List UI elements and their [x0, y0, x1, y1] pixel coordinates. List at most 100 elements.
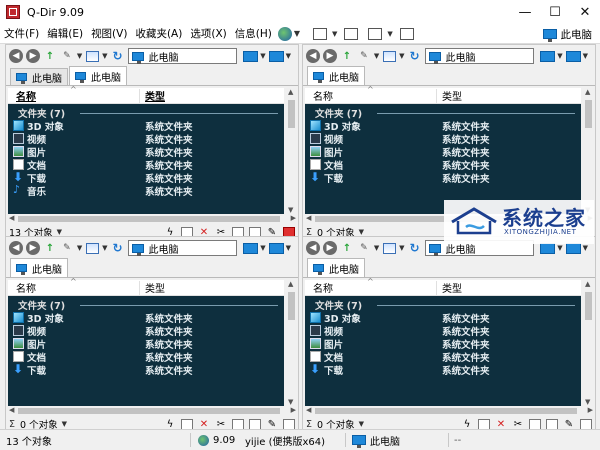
delete-icon[interactable]: ✕ [495, 419, 507, 430]
close-button[interactable]: ✕ [570, 0, 600, 24]
tab-this-pc[interactable]: 此电脑 [10, 68, 68, 85]
monitor-icon[interactable] [268, 242, 284, 254]
view-mode-icon[interactable] [382, 242, 396, 254]
column-separator[interactable] [139, 281, 140, 295]
rename-icon[interactable]: ✎ [563, 419, 575, 430]
list-item[interactable]: 3D 对象 系统文件夹 [8, 119, 284, 133]
minimize-button[interactable]: — [510, 0, 540, 24]
chevron-down-icon[interactable]: ▼ [332, 30, 337, 38]
back-icon[interactable]: ◀ [9, 241, 23, 255]
view-mode-icon[interactable] [85, 50, 99, 62]
mail-icon[interactable] [181, 418, 193, 430]
column-name[interactable]: 名称 [313, 88, 333, 103]
column-name[interactable]: 名称 [16, 280, 36, 295]
list-item[interactable]: 文档 系统文件夹 [305, 350, 581, 364]
chevron-down-icon[interactable]: ▼ [62, 420, 67, 428]
address-bar[interactable]: 此电脑 [424, 48, 535, 64]
favorites-icon[interactable]: ✎ [357, 50, 371, 63]
favorites-icon[interactable]: ✎ [357, 242, 371, 255]
chevron-down-icon[interactable]: ▼ [359, 228, 364, 236]
menu-location-label[interactable]: 此电脑 [561, 27, 593, 42]
lightning-icon[interactable]: ϟ [461, 419, 473, 430]
up-folder-icon[interactable]: ↑ [340, 242, 354, 255]
list-item[interactable]: 文档 系统文件夹 [8, 158, 284, 172]
monitor-icon[interactable] [565, 50, 581, 62]
back-icon[interactable]: ◀ [306, 49, 320, 63]
list-item[interactable]: 图片 系统文件夹 [8, 337, 284, 351]
layout-tree-icon[interactable] [399, 27, 414, 40]
chevron-down-icon[interactable]: ▼ [77, 244, 82, 252]
cut-icon[interactable]: ✂ [215, 419, 227, 430]
tab-this-pc-active[interactable]: 此电脑 [307, 66, 365, 85]
q-dir-app-icon[interactable] [6, 5, 20, 19]
address-bar[interactable]: 此电脑 [127, 240, 238, 256]
back-icon[interactable]: ◀ [306, 241, 320, 255]
list-item[interactable]: ⬇ 下载 系统文件夹 [8, 362, 284, 377]
list-item[interactable]: 图片 系统文件夹 [8, 145, 284, 159]
menu-file[interactable]: 文件(F) [0, 24, 43, 44]
column-separator[interactable] [139, 89, 140, 103]
vertical-scrollbar[interactable]: ▲▼ [285, 280, 298, 406]
chevron-down-icon[interactable]: ▼ [260, 52, 265, 60]
view-mode-icon[interactable] [382, 50, 396, 62]
properties-icon[interactable] [283, 418, 295, 430]
delete-icon[interactable]: ✕ [198, 419, 210, 430]
column-type[interactable]: 类型 [442, 280, 462, 295]
chevron-down-icon[interactable]: ▼ [557, 52, 562, 60]
list-item[interactable]: 视频 系统文件夹 [8, 132, 284, 146]
forward-icon[interactable]: ▶ [322, 49, 337, 63]
list-item[interactable]: 文档 系统文件夹 [305, 158, 581, 172]
list-item[interactable]: 视频 系统文件夹 [8, 324, 284, 338]
rename-icon[interactable]: ✎ [266, 419, 278, 430]
horizontal-scrollbar[interactable]: ◀▶ [305, 406, 595, 416]
list-item[interactable]: ♪ 音乐 系统文件夹 [8, 183, 284, 198]
chevron-down-icon[interactable]: ▼ [399, 244, 404, 252]
chevron-down-icon[interactable]: ▼ [583, 52, 588, 60]
chevron-down-icon[interactable]: ▼ [387, 30, 392, 38]
chevron-down-icon[interactable]: ▼ [557, 244, 562, 252]
list-item[interactable]: 3D 对象 系统文件夹 [8, 311, 284, 325]
mail-icon[interactable] [478, 418, 490, 430]
favorites-icon[interactable]: ✎ [60, 50, 74, 63]
column-separator[interactable] [436, 89, 437, 103]
view-mode-icon[interactable] [85, 242, 99, 254]
column-name[interactable]: 名称 [16, 88, 36, 103]
horizontal-scrollbar[interactable]: ◀▶ [8, 214, 298, 224]
group-header[interactable]: 文件夹 (7) [12, 298, 280, 312]
list-item[interactable]: ⬇ 下载 系统文件夹 [305, 170, 581, 185]
vertical-scrollbar[interactable]: ▲▼ [582, 88, 595, 214]
layout-list-icon[interactable] [344, 27, 359, 40]
list-item[interactable]: 视频 系统文件夹 [305, 132, 581, 146]
list-item[interactable]: ⬇ 下载 系统文件夹 [8, 170, 284, 185]
cut-icon[interactable]: ✂ [512, 419, 524, 430]
chevron-down-icon[interactable]: ▼ [77, 52, 82, 60]
back-icon[interactable]: ◀ [9, 49, 23, 63]
list-item[interactable]: 3D 对象 系统文件夹 [305, 119, 581, 133]
chevron-down-icon[interactable]: ▼ [286, 244, 291, 252]
up-folder-icon[interactable]: ↑ [43, 242, 57, 255]
chevron-down-icon[interactable]: ▼ [359, 420, 364, 428]
forward-icon[interactable]: ▶ [322, 241, 337, 255]
menu-options[interactable]: 选项(X) [186, 24, 230, 44]
chevron-down-icon[interactable]: ▼ [102, 52, 107, 60]
copy-icon[interactable] [529, 418, 541, 430]
tab-this-pc-active[interactable]: 此电脑 [307, 258, 365, 277]
refresh-icon[interactable]: ↻ [408, 49, 422, 63]
paste-icon[interactable] [249, 418, 261, 430]
chevron-down-icon[interactable]: ▼ [102, 244, 107, 252]
copy-icon[interactable] [232, 418, 244, 430]
column-type[interactable]: 类型 [442, 88, 462, 103]
column-name[interactable]: 名称 [313, 280, 333, 295]
group-header[interactable]: 文件夹 (7) [309, 298, 577, 312]
vertical-scrollbar[interactable]: ▲▼ [285, 88, 298, 214]
refresh-icon[interactable]: ↻ [111, 49, 125, 63]
monitor-icon[interactable] [540, 242, 556, 254]
vertical-scrollbar[interactable]: ▲▼ [582, 280, 595, 406]
globe-dropdown-icon[interactable]: ▼ [294, 29, 300, 38]
group-header[interactable]: 文件夹 (7) [309, 106, 577, 120]
column-type[interactable]: 类型 [145, 88, 165, 103]
chevron-down-icon[interactable]: ▼ [260, 244, 265, 252]
favorites-icon[interactable]: ✎ [60, 242, 74, 255]
column-separator[interactable] [436, 281, 437, 295]
list-item[interactable]: 视频 系统文件夹 [305, 324, 581, 338]
